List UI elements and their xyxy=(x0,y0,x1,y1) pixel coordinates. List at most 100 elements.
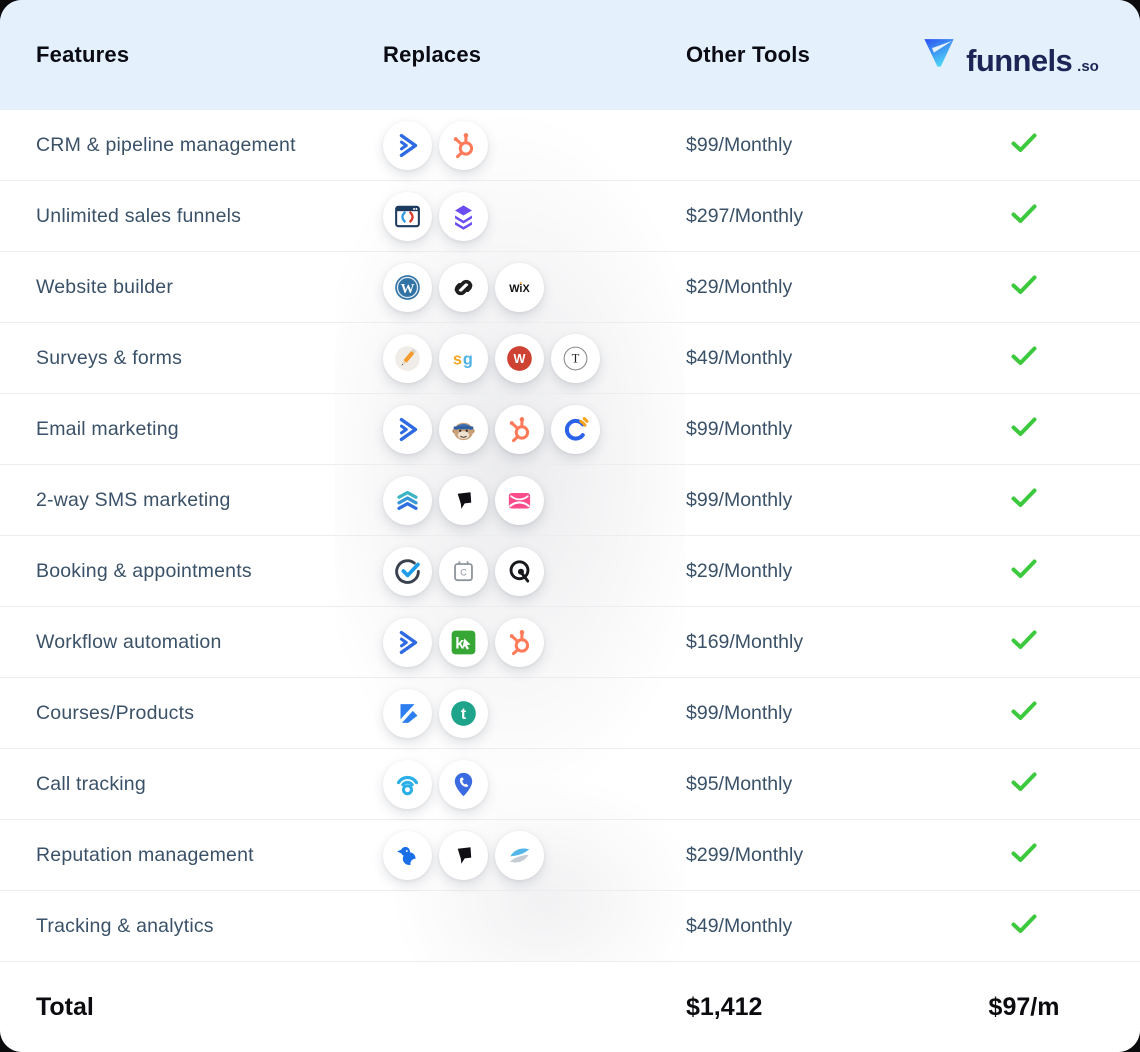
replaced-tools: t xyxy=(383,689,686,738)
check-icon xyxy=(1011,559,1037,584)
check-cell xyxy=(908,772,1140,797)
table-row: Reputation management $299/Monthly xyxy=(0,820,1140,891)
other-tools-price: $99/Monthly xyxy=(686,702,908,725)
check-icon xyxy=(1011,346,1037,371)
leadpages-icon xyxy=(439,192,488,241)
svg-text:k: k xyxy=(455,635,464,652)
replaced-tools: W WiX xyxy=(383,263,686,312)
acuity-scheduling-icon xyxy=(495,547,544,596)
feature-label: Tracking & analytics xyxy=(0,915,383,938)
clickfunnels-icon xyxy=(383,192,432,241)
table-row: Unlimited sales funnels $297/Monthly xyxy=(0,181,1140,252)
feature-label: Website builder xyxy=(0,276,383,299)
podium-icon xyxy=(439,476,488,525)
table-row: CRM & pipeline management $99/Monthly xyxy=(0,110,1140,181)
check-icon xyxy=(1011,417,1037,442)
other-tools-price: $99/Monthly xyxy=(686,489,908,512)
table-body: CRM & pipeline management $99/Monthly Un… xyxy=(0,110,1140,962)
other-tools-price: $95/Monthly xyxy=(686,773,908,796)
table-row: Email marketing $99/Monthly xyxy=(0,394,1140,465)
other-tools-price: $99/Monthly xyxy=(686,134,908,157)
reputation-swirl-icon xyxy=(495,831,544,880)
kajabi-icon xyxy=(383,689,432,738)
constant-contact-icon xyxy=(551,405,600,454)
calltracking-pin-icon xyxy=(439,760,488,809)
feature-label: 2-way SMS marketing xyxy=(0,489,383,512)
other-tools-price: $29/Monthly xyxy=(686,276,908,299)
table-row: Tracking & analytics $49/Monthly xyxy=(0,891,1140,962)
sms-envelope-icon xyxy=(495,476,544,525)
table-row: 2-way SMS marketing $99/Monthly xyxy=(0,465,1140,536)
check-cell xyxy=(908,559,1140,584)
birdeye-icon xyxy=(383,831,432,880)
check-cell xyxy=(908,914,1140,939)
check-cell xyxy=(908,275,1140,300)
check-icon xyxy=(1011,701,1037,726)
svg-text:W: W xyxy=(401,281,415,296)
table-row: Call tracking $95/Monthly xyxy=(0,749,1140,820)
survey-pencil-icon xyxy=(383,334,432,383)
svg-text:C: C xyxy=(460,567,467,577)
funnels-logo: funnels .so xyxy=(894,34,1126,76)
check-cell xyxy=(908,488,1140,513)
check-icon xyxy=(1011,630,1037,655)
feature-label: Booking & appointments xyxy=(0,560,383,583)
replaced-tools xyxy=(383,121,686,170)
feature-label: Call tracking xyxy=(0,773,383,796)
salesmsg-icon xyxy=(383,476,432,525)
podium-icon xyxy=(439,831,488,880)
check-cell xyxy=(908,204,1140,229)
table-row: Booking & appointments C $29/Monthly xyxy=(0,536,1140,607)
feature-label: Surveys & forms xyxy=(0,347,383,370)
wordpress-icon: W xyxy=(383,263,432,312)
check-icon xyxy=(1011,204,1037,229)
total-label: Total xyxy=(0,993,383,1022)
funnel-logo-icon xyxy=(921,34,957,75)
hubspot-icon xyxy=(439,121,488,170)
svg-text:t: t xyxy=(461,706,467,723)
feature-label: Unlimited sales funnels xyxy=(0,205,383,228)
feature-label: Courses/Products xyxy=(0,702,383,725)
replaced-tools: k xyxy=(383,618,686,667)
column-header-features: Features xyxy=(0,42,383,68)
check-icon xyxy=(1011,488,1037,513)
activecampaign-icon xyxy=(383,121,432,170)
replaced-tools xyxy=(383,405,686,454)
total-row: Total $1,412 $97/m xyxy=(0,962,1140,1052)
mailchimp-icon xyxy=(439,405,488,454)
replaced-tools: C xyxy=(383,547,686,596)
svg-text:s: s xyxy=(453,350,462,368)
table-header: Features Replaces Other Tools funnels .s… xyxy=(0,0,1140,110)
check-cell xyxy=(908,346,1140,371)
activecampaign-icon xyxy=(383,405,432,454)
callrail-icon xyxy=(383,760,432,809)
check-icon xyxy=(1011,843,1037,868)
check-cell xyxy=(908,417,1140,442)
table-row: Workflow automation k $169/Monthly xyxy=(0,607,1140,678)
svg-text:W: W xyxy=(514,352,526,366)
replaced-tools xyxy=(383,831,686,880)
logo-brand-text: funnels xyxy=(966,45,1072,76)
calendar-icon: C xyxy=(439,547,488,596)
setmore-icon xyxy=(383,547,432,596)
wix-icon: WiX xyxy=(495,263,544,312)
other-tools-price: $29/Monthly xyxy=(686,560,908,583)
other-tools-price: $49/Monthly xyxy=(686,347,908,370)
other-tools-total: $1,412 xyxy=(686,993,908,1022)
svg-text:g: g xyxy=(463,350,473,368)
feature-label: Reputation management xyxy=(0,844,383,867)
check-cell xyxy=(908,843,1140,868)
check-icon xyxy=(1011,914,1037,939)
funnels-total-price: $97/m xyxy=(908,993,1140,1022)
replaced-tools xyxy=(383,192,686,241)
logo-tld-text: .so xyxy=(1077,59,1099,74)
replaced-tools xyxy=(383,476,686,525)
activecampaign-icon xyxy=(383,618,432,667)
svg-text:T: T xyxy=(572,351,580,365)
teachable-icon: t xyxy=(439,689,488,738)
feature-label: Workflow automation xyxy=(0,631,383,654)
column-header-other-tools: Other Tools xyxy=(686,42,908,68)
column-header-replaces: Replaces xyxy=(383,42,686,68)
wufoo-icon: W xyxy=(495,334,544,383)
check-icon xyxy=(1011,275,1037,300)
